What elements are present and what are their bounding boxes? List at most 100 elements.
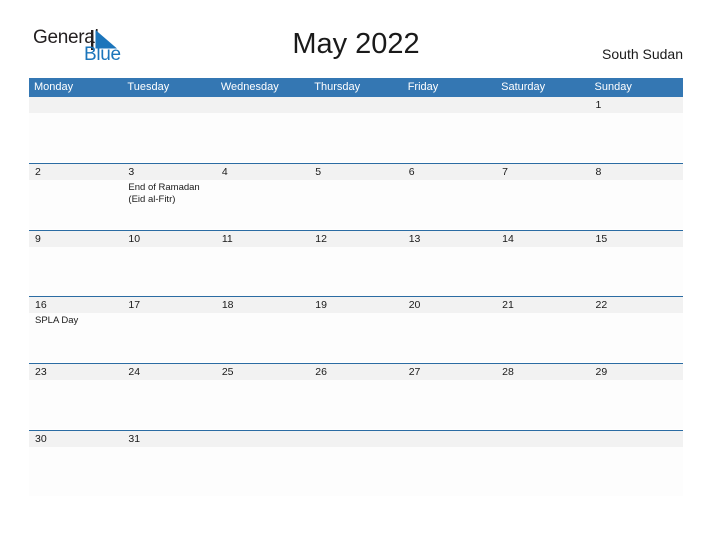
day-number[interactable]: 9 [29,231,122,247]
day-number[interactable]: 27 [403,364,496,380]
day-number[interactable]: 14 [496,231,589,247]
day-number[interactable] [216,431,309,447]
day-cell[interactable] [122,380,215,429]
day-number[interactable]: 19 [309,297,402,313]
day-cell[interactable] [216,313,309,362]
day-cell[interactable] [29,113,122,162]
day-number[interactable]: 24 [122,364,215,380]
day-cell[interactable] [403,113,496,162]
day-cell[interactable] [216,447,309,496]
day-cell[interactable] [496,447,589,496]
day-number[interactable]: 25 [216,364,309,380]
day-number[interactable] [403,431,496,447]
day-number[interactable]: 7 [496,164,589,180]
day-cell[interactable] [309,180,402,229]
day-number[interactable]: 21 [496,297,589,313]
day-number[interactable] [122,97,215,113]
day-number[interactable]: 1 [590,97,683,113]
day-number[interactable]: 22 [590,297,683,313]
day-cell[interactable] [216,113,309,162]
day-cell[interactable] [309,247,402,296]
day-number[interactable]: 13 [403,231,496,247]
day-number[interactable] [309,431,402,447]
day-cell[interactable] [122,247,215,296]
day-cell[interactable] [216,247,309,296]
calendar-week-list: 1 2 3 4 5 6 7 8 End of Ramadan (Eid al-Fitr) 9 10 11… [29,97,683,498]
day-number[interactable]: 5 [309,164,402,180]
day-cell[interactable] [29,447,122,496]
day-cell[interactable] [496,180,589,229]
day-number[interactable]: 18 [216,297,309,313]
week-event-band [29,380,683,430]
day-cell[interactable] [496,247,589,296]
day-number[interactable] [590,431,683,447]
day-cell[interactable] [309,447,402,496]
weekday-friday: Friday [407,81,439,93]
day-cell[interactable] [309,313,402,362]
day-cell[interactable]: End of Ramadan (Eid al-Fitr) [122,180,215,229]
day-cell[interactable] [29,247,122,296]
day-cell[interactable] [122,447,215,496]
day-cell[interactable] [216,380,309,429]
weekday-tuesday: Tuesday [127,81,170,93]
day-number[interactable]: 11 [216,231,309,247]
day-number[interactable] [216,97,309,113]
day-cell[interactable] [590,113,683,162]
day-cell[interactable] [122,113,215,162]
weekday-header-row: Monday Tuesday Wednesday Thursday Friday… [29,78,683,97]
day-cell[interactable] [403,447,496,496]
day-number[interactable]: 16 [29,297,122,313]
day-number[interactable]: 26 [309,364,402,380]
day-cell[interactable] [309,380,402,429]
calendar-week-row: 1 [29,97,683,164]
day-cell[interactable] [29,180,122,229]
day-cell[interactable] [403,313,496,362]
day-cell[interactable] [590,447,683,496]
day-cell[interactable] [403,380,496,429]
week-daynumber-band: 1 [29,97,683,113]
day-number[interactable]: 20 [403,297,496,313]
day-number[interactable] [29,97,122,113]
day-cell[interactable] [590,313,683,362]
week-event-band [29,246,683,296]
day-cell[interactable] [590,380,683,429]
day-number[interactable] [496,97,589,113]
day-cell[interactable]: SPLA Day [29,313,122,362]
day-cell[interactable] [403,180,496,229]
day-number[interactable]: 28 [496,364,589,380]
day-number[interactable]: 17 [122,297,215,313]
weekday-saturday: Saturday [501,81,546,93]
calendar-week-row: 2 3 4 5 6 7 8 End of Ramadan (Eid al-Fitr) [29,163,683,231]
weekday-wednesday: Wednesday [220,81,279,93]
weekday-sunday: Sunday [594,81,632,93]
day-cell[interactable] [309,113,402,162]
week-daynumber-band: 23 24 25 26 27 28 29 [29,364,683,381]
day-number[interactable]: 2 [29,164,122,180]
day-number[interactable]: 12 [309,231,402,247]
day-cell[interactable] [216,180,309,229]
day-number[interactable] [403,97,496,113]
day-cell[interactable] [496,380,589,429]
day-number[interactable]: 8 [590,164,683,180]
day-number[interactable]: 29 [590,364,683,380]
day-cell[interactable] [122,313,215,362]
page-header: General Blue May 2022 South Sudan [0,0,712,65]
day-cell[interactable] [590,247,683,296]
day-cell[interactable] [590,180,683,229]
day-cell[interactable] [403,247,496,296]
week-daynumber-band: 30 31 [29,430,683,447]
day-number[interactable]: 10 [122,231,215,247]
day-number[interactable]: 31 [122,431,215,447]
day-cell[interactable] [496,113,589,162]
day-number[interactable]: 6 [403,164,496,180]
day-cell[interactable] [496,313,589,362]
region-label: South Sudan [602,46,683,62]
day-number[interactable] [496,431,589,447]
day-cell[interactable] [29,380,122,429]
day-number[interactable]: 4 [216,164,309,180]
day-number[interactable]: 3 [122,164,215,180]
day-number[interactable]: 15 [590,231,683,247]
day-number[interactable]: 23 [29,364,122,380]
day-number[interactable] [309,97,402,113]
day-number[interactable]: 30 [29,431,122,447]
